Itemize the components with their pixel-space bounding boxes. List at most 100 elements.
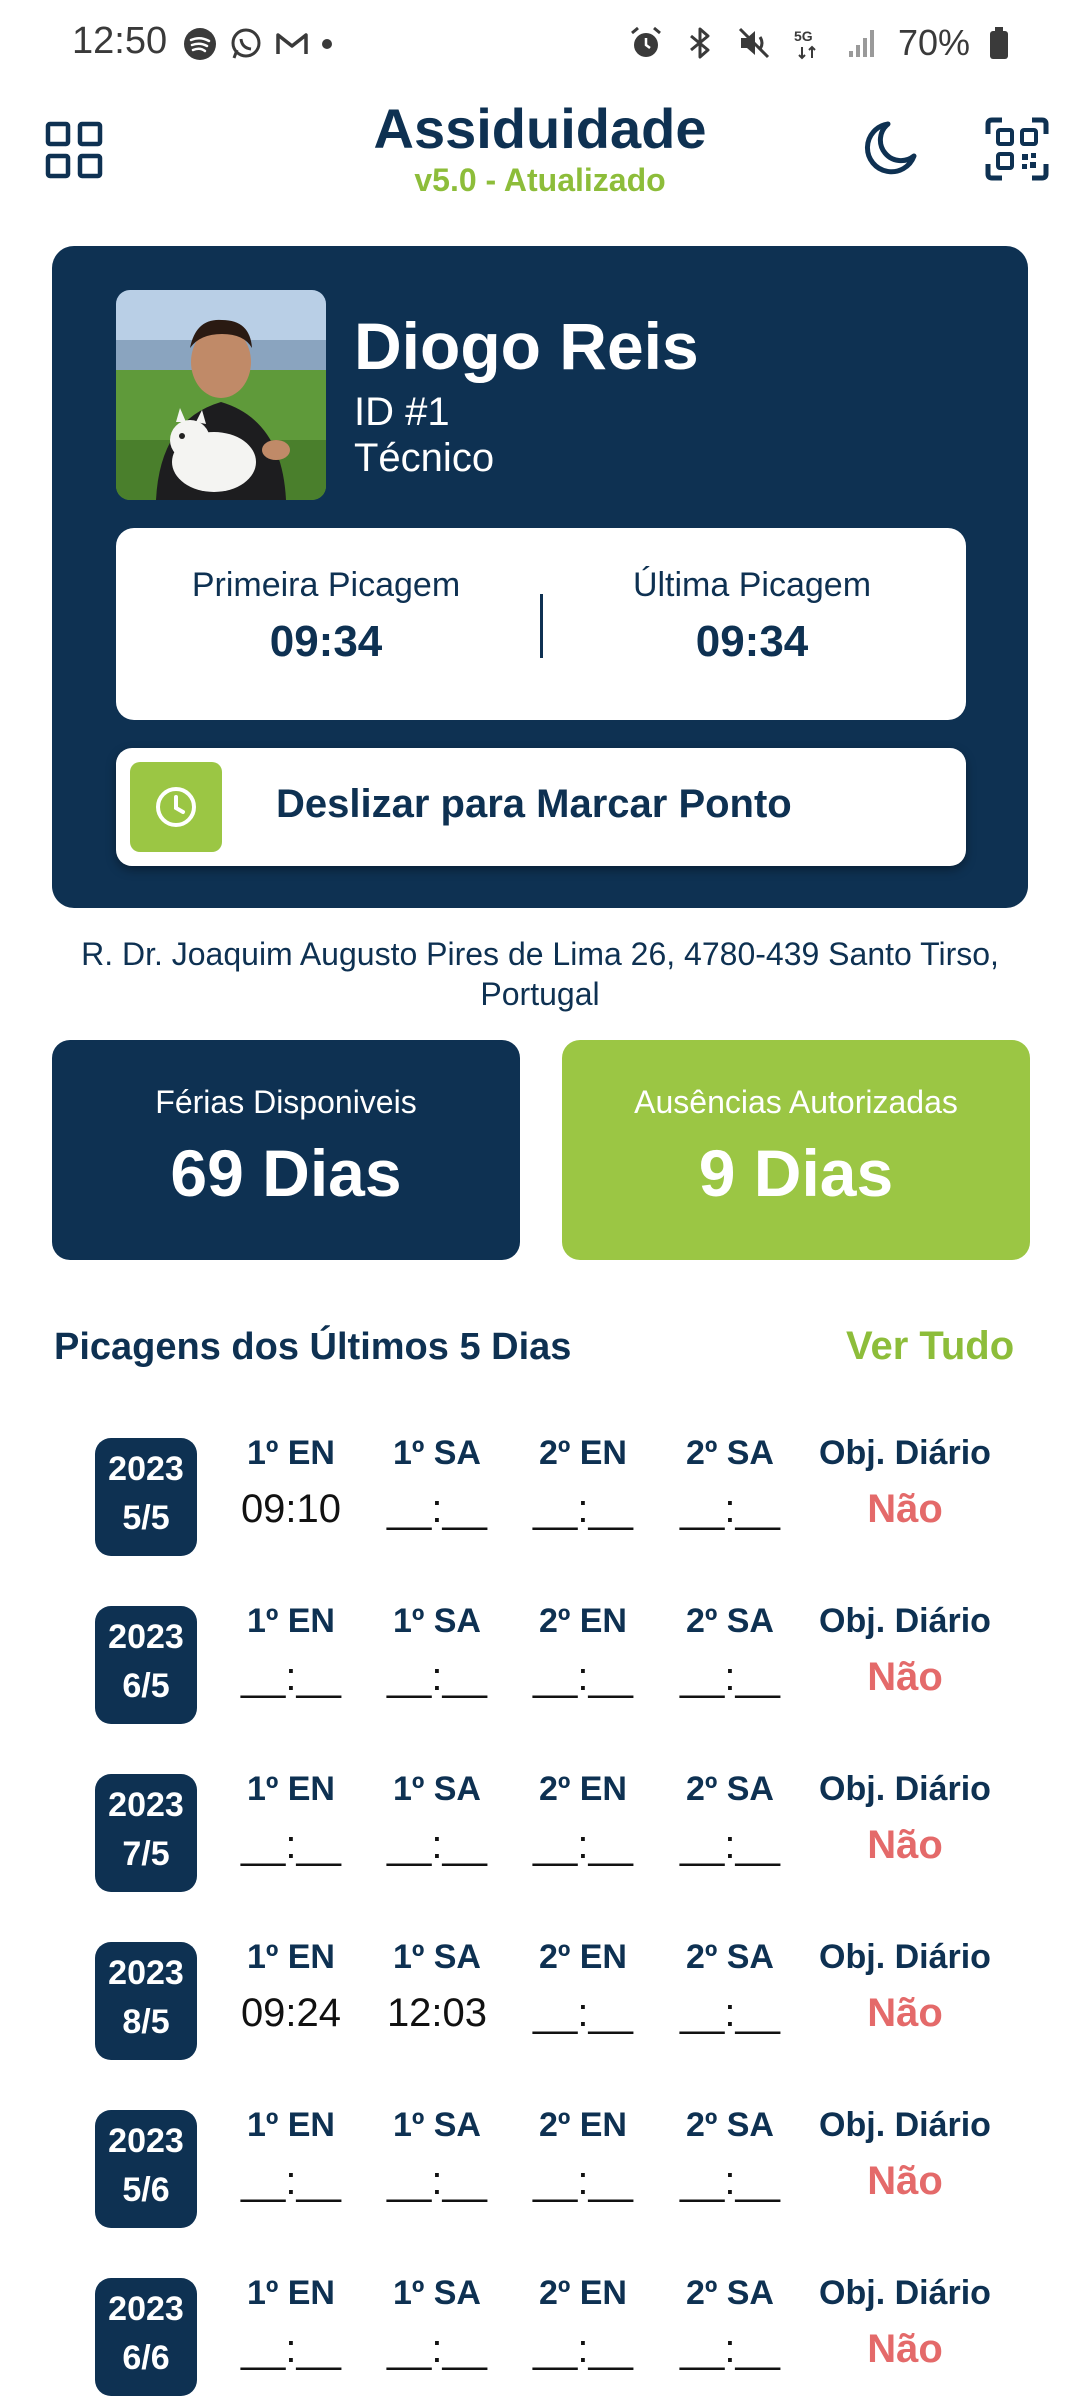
spotify-icon bbox=[184, 28, 216, 60]
qr-scan-icon[interactable] bbox=[984, 116, 1050, 182]
punch-value: __:__ bbox=[679, 2327, 781, 2371]
date-badge: 2023 8/5 bbox=[95, 1942, 197, 2060]
first-punch-label: Primeira Picagem bbox=[191, 566, 461, 604]
bluetooth-icon bbox=[689, 27, 710, 59]
first-punch-time: 09:34 bbox=[269, 617, 383, 666]
punch-header: 1º SA bbox=[392, 1938, 481, 1976]
punch-header: 1º SA bbox=[392, 2274, 481, 2312]
punch-cell: 2º EN __:__ bbox=[508, 1434, 658, 1532]
objective-header: Obj. Diário bbox=[819, 1434, 991, 1472]
app-header: Assiduidade v5.0 - Atualizado bbox=[0, 90, 1080, 210]
dot-icon bbox=[322, 39, 332, 49]
history-title: Picagens dos Últimos 5 Dias bbox=[54, 1326, 572, 1368]
last-punch-label: Última Picagem bbox=[632, 566, 872, 604]
date-year: 2023 bbox=[108, 1618, 184, 1656]
objective-value: Não bbox=[867, 2327, 943, 2371]
swipe-label: Deslizar para Marcar Ponto bbox=[276, 782, 792, 826]
date-day: 5/6 bbox=[122, 2171, 170, 2209]
whatsapp-icon bbox=[231, 28, 261, 59]
punch-value: __:__ bbox=[240, 2327, 342, 2371]
date-badge: 2023 7/5 bbox=[95, 1774, 197, 1892]
objective-header: Obj. Diário bbox=[819, 2106, 991, 2144]
punch-cell: 2º SA __:__ bbox=[655, 1938, 805, 2036]
daily-objective-cell: Obj. Diário Não bbox=[810, 1434, 1000, 1532]
punch-cell: 2º EN __:__ bbox=[508, 1938, 658, 2036]
date-year: 2023 bbox=[108, 2290, 184, 2328]
absence-value: 9 Dias bbox=[698, 1136, 894, 1210]
history-row[interactable]: 2023 8/5 1º EN 09:24 1º SA 12:03 2º EN __:__ 2º … bbox=[0, 1938, 1080, 2106]
punch-value: __:__ bbox=[679, 1823, 781, 1867]
punch-header: 2º SA bbox=[685, 1770, 774, 1808]
see-all-link[interactable]: Ver Tudo bbox=[846, 1324, 1014, 1369]
punch-header: 2º EN bbox=[538, 1770, 627, 1808]
punch-value: __:__ bbox=[386, 1487, 488, 1531]
punch-header: 2º EN bbox=[538, 2106, 627, 2144]
date-year: 2023 bbox=[108, 1450, 184, 1488]
punch-header: 2º SA bbox=[685, 1602, 774, 1640]
punch-value: __:__ bbox=[532, 1823, 634, 1867]
punch-header: 1º EN bbox=[246, 1602, 335, 1640]
vacation-days-card[interactable]: Férias Disponiveis 69 Dias bbox=[52, 1040, 520, 1260]
history-list: 2023 5/5 1º EN 09:10 1º SA __:__ 2º EN __:__ 2º … bbox=[0, 1434, 1080, 2400]
punch-value: __:__ bbox=[532, 1655, 634, 1699]
punch-header: 2º SA bbox=[685, 2274, 774, 2312]
notification-icons bbox=[182, 26, 334, 62]
punch-header: 2º EN bbox=[538, 1602, 627, 1640]
history-row[interactable]: 2023 6/5 1º EN __:__ 1º SA __:__ 2º EN __:__ 2º … bbox=[0, 1602, 1080, 1770]
status-time: 12:50 bbox=[72, 20, 168, 62]
punch-value: __:__ bbox=[532, 1487, 634, 1531]
history-row[interactable]: 2023 5/5 1º EN 09:10 1º SA __:__ 2º EN __:__ 2º … bbox=[0, 1434, 1080, 1602]
punch-cell: 1º EN 09:10 bbox=[216, 1434, 366, 1532]
user-avatar[interactable] bbox=[116, 290, 326, 500]
current-address: R. Dr. Joaquim Augusto Pires de Lima 26,… bbox=[81, 936, 999, 1012]
punch-header: 1º SA bbox=[392, 2106, 481, 2144]
last-punch-time: 09:34 bbox=[695, 617, 809, 666]
history-row[interactable]: 2023 6/6 1º EN __:__ 1º SA __:__ 2º EN __:__ 2º … bbox=[0, 2274, 1080, 2400]
punch-value: __:__ bbox=[240, 2159, 342, 2203]
daily-objective-cell: Obj. Diário Não bbox=[810, 2274, 1000, 2372]
user-role: Técnico bbox=[354, 436, 495, 480]
punch-value: 09:24 bbox=[240, 1991, 342, 2035]
swipe-to-clock-in[interactable]: Deslizar para Marcar Ponto bbox=[116, 748, 966, 866]
punch-header: 1º EN bbox=[246, 1938, 335, 1976]
punch-cell: 2º EN __:__ bbox=[508, 1602, 658, 1700]
daily-objective-cell: Obj. Diário Não bbox=[810, 1602, 1000, 1700]
punch-cell: 2º SA __:__ bbox=[655, 2274, 805, 2372]
gmail-icon bbox=[276, 33, 308, 54]
date-day: 8/5 bbox=[122, 2003, 170, 2041]
daily-objective-cell: Obj. Diário Não bbox=[810, 1770, 1000, 1868]
history-row[interactable]: 2023 5/6 1º EN __:__ 1º SA __:__ 2º EN __:__ 2º … bbox=[0, 2106, 1080, 2274]
punch-cell: 1º EN 09:24 bbox=[216, 1938, 366, 2036]
vacation-label: Férias Disponiveis bbox=[155, 1084, 417, 1120]
date-day: 5/5 bbox=[122, 1499, 170, 1537]
status-bar: 12:50 5G 70% bbox=[0, 0, 1080, 88]
daily-objective-cell: Obj. Diário Não bbox=[810, 2106, 1000, 2204]
punch-cell: 2º SA __:__ bbox=[655, 1770, 805, 1868]
date-badge: 2023 6/6 bbox=[95, 2278, 197, 2396]
objective-value: Não bbox=[867, 1991, 943, 2035]
punch-value: __:__ bbox=[386, 1655, 488, 1699]
date-day: 6/5 bbox=[122, 1667, 170, 1705]
signal-icon bbox=[848, 30, 874, 57]
history-row[interactable]: 2023 7/5 1º EN __:__ 1º SA __:__ 2º EN __:__ 2º … bbox=[0, 1770, 1080, 1938]
punch-cell: 1º EN __:__ bbox=[216, 1770, 366, 1868]
daily-objective-cell: Obj. Diário Não bbox=[810, 1938, 1000, 2036]
punch-cell: 1º SA __:__ bbox=[362, 1602, 512, 1700]
authorized-absences-card[interactable]: Ausências Autorizadas 9 Dias bbox=[562, 1040, 1030, 1260]
punch-header: 2º SA bbox=[685, 2106, 774, 2144]
punch-value: __:__ bbox=[240, 1655, 342, 1699]
absence-label: Ausências Autorizadas bbox=[634, 1084, 958, 1120]
punch-divider bbox=[540, 594, 543, 658]
swipe-handle[interactable] bbox=[130, 762, 222, 852]
punch-value: __:__ bbox=[386, 2327, 488, 2371]
punch-header: 2º SA bbox=[685, 1434, 774, 1472]
system-icons: 5G 70% bbox=[628, 22, 1010, 64]
punch-header: 1º EN bbox=[246, 1434, 335, 1472]
dark-mode-moon-icon[interactable] bbox=[858, 116, 922, 180]
punch-cell: 2º SA __:__ bbox=[655, 2106, 805, 2204]
punch-header: 1º EN bbox=[246, 2106, 335, 2144]
punch-value: __:__ bbox=[532, 2327, 634, 2371]
clock-icon bbox=[156, 787, 196, 827]
objective-value: Não bbox=[867, 1823, 943, 1867]
punch-header: 2º EN bbox=[538, 1434, 627, 1472]
